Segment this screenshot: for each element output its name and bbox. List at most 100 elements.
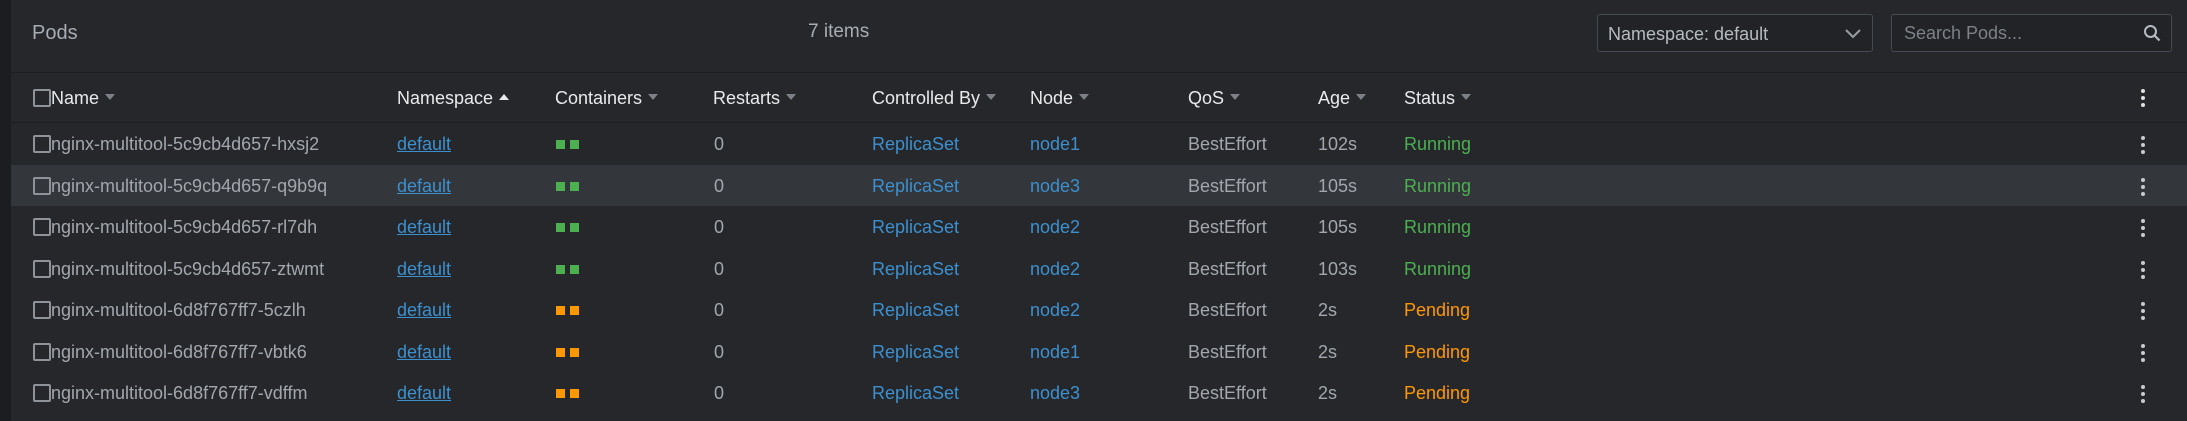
row-menu-icon[interactable]: [2141, 260, 2145, 282]
column-header-label: Status: [1404, 88, 1456, 108]
row-checkbox[interactable]: [33, 259, 51, 278]
node-link[interactable]: node3: [1030, 176, 1080, 197]
namespace-link[interactable]: default: [397, 259, 451, 280]
table-row[interactable]: nginx-multitool-5c9cb4d657-rl7dh default 0…: [11, 206, 2187, 247]
column-header-status[interactable]: Status: [1404, 88, 1472, 109]
sort-ascending-icon: [499, 94, 510, 101]
age-value: 2s: [1318, 383, 1338, 403]
row-menu-icon[interactable]: [2141, 343, 2145, 365]
restarts-value: 0: [714, 383, 725, 403]
row-menu-icon[interactable]: [2141, 385, 2145, 406]
namespace-link[interactable]: default: [397, 383, 451, 404]
restarts-value: 0: [714, 300, 725, 320]
status-value: Pending: [1404, 300, 1471, 320]
container-status-indicator: [556, 140, 565, 149]
qos-value: BestEffort: [1188, 341, 1267, 362]
row-checkbox[interactable]: [33, 218, 51, 236]
namespace-link[interactable]: default: [397, 300, 451, 321]
column-header-containers[interactable]: Containers: [555, 88, 659, 109]
column-header-namespace[interactable]: Namespace: [397, 88, 510, 109]
table-row[interactable]: nginx-multitool-6d8f767ff7-vdffm default 0…: [11, 372, 2187, 413]
pod-name[interactable]: nginx-multitool-5c9cb4d657-ztwmt: [51, 259, 324, 280]
qos-value: BestEffort: [1188, 383, 1267, 403]
column-header-restarts[interactable]: Restarts: [713, 88, 797, 109]
node-link[interactable]: node2: [1030, 217, 1080, 238]
pod-name[interactable]: nginx-multitool-6d8f767ff7-vdffm: [51, 383, 307, 404]
controlled-by-link[interactable]: ReplicaSet: [872, 217, 959, 238]
age-value: 105s: [1318, 175, 1358, 196]
sort-caret-icon: [1230, 94, 1241, 101]
column-header-age[interactable]: Age: [1318, 88, 1367, 109]
row-checkbox[interactable]: [33, 301, 51, 319]
item-count: 7 items: [808, 21, 870, 42]
status-value: Running: [1404, 175, 1472, 196]
node-link[interactable]: node1: [1030, 342, 1080, 363]
sort-caret-icon: [648, 94, 659, 101]
sort-caret-icon: [1356, 94, 1367, 101]
row-menu-icon[interactable]: [2141, 302, 2145, 323]
left-edge-strip: [0, 0, 11, 421]
status-value: Pending: [1404, 341, 1471, 362]
container-status-indicator: [556, 389, 565, 398]
column-header-label: Name: [51, 88, 100, 108]
namespace-link[interactable]: default: [397, 134, 451, 155]
table-row[interactable]: nginx-multitool-5c9cb4d657-q9b9q default 0…: [11, 164, 2187, 206]
table-row[interactable]: nginx-multitool-5c9cb4d657-ztwmt default 0…: [11, 248, 2187, 289]
pod-name[interactable]: nginx-multitool-6d8f767ff7-5czlh: [51, 300, 306, 321]
container-status-indicator: [556, 347, 565, 357]
age-value: 105s: [1318, 217, 1358, 237]
controlled-by-link[interactable]: ReplicaSet: [872, 134, 959, 155]
node-link[interactable]: node3: [1030, 383, 1080, 404]
column-header-controlled-by[interactable]: Controlled By: [872, 88, 997, 109]
table-row[interactable]: nginx-multitool-5c9cb4d657-hxsj2 default 0…: [11, 123, 2187, 164]
container-status-indicator: [570, 140, 579, 149]
table-row[interactable]: nginx-multitool-6d8f767ff7-5czlh default 0…: [11, 289, 2187, 330]
column-header-qos[interactable]: QoS: [1188, 88, 1241, 109]
age-value: 103s: [1318, 258, 1358, 279]
container-status-indicator: [570, 264, 579, 274]
column-menu-icon[interactable]: [2141, 89, 2145, 110]
pod-name[interactable]: nginx-multitool-5c9cb4d657-rl7dh: [51, 217, 317, 238]
sort-caret-icon: [1461, 94, 1472, 101]
row-menu-icon[interactable]: [2141, 177, 2145, 199]
column-header-node[interactable]: Node: [1030, 88, 1090, 109]
restarts-value: 0: [714, 217, 725, 237]
controlled-by-link[interactable]: ReplicaSet: [872, 342, 959, 363]
controlled-by-link[interactable]: ReplicaSet: [872, 300, 959, 321]
qos-value: BestEffort: [1188, 300, 1267, 320]
table-header: Name Namespace Containers Restarts Contr…: [11, 73, 2187, 123]
row-menu-icon[interactable]: [2141, 219, 2145, 240]
select-all-checkbox[interactable]: [33, 89, 51, 107]
row-checkbox[interactable]: [33, 176, 51, 195]
age-value: 2s: [1318, 341, 1338, 362]
controlled-by-link[interactable]: ReplicaSet: [872, 383, 959, 404]
controlled-by-link[interactable]: ReplicaSet: [872, 259, 959, 280]
restarts-value: 0: [714, 341, 725, 362]
container-status-indicator: [570, 223, 579, 232]
pod-name[interactable]: nginx-multitool-5c9cb4d657-hxsj2: [51, 134, 319, 155]
qos-value: BestEffort: [1188, 217, 1267, 237]
table-row[interactable]: nginx-multitool-6d8f767ff7-vbtk6 default 0…: [11, 331, 2187, 372]
column-header-name[interactable]: Name: [51, 88, 116, 109]
controlled-by-link[interactable]: ReplicaSet: [872, 176, 959, 197]
search-box[interactable]: [1891, 14, 2172, 52]
row-checkbox[interactable]: [33, 384, 51, 402]
container-status-indicator: [570, 306, 579, 315]
row-checkbox[interactable]: [33, 135, 51, 153]
namespace-link[interactable]: default: [397, 217, 451, 238]
pods-panel: Pods 7 items Namespace: default Name Nam…: [11, 0, 2187, 421]
namespace-link[interactable]: default: [397, 342, 451, 363]
row-checkbox[interactable]: [33, 342, 51, 361]
row-menu-icon[interactable]: [2141, 136, 2145, 157]
node-link[interactable]: node2: [1030, 259, 1080, 280]
node-link[interactable]: node1: [1030, 134, 1080, 155]
namespace-select[interactable]: Namespace: default: [1597, 14, 1873, 52]
container-status-indicator: [570, 347, 579, 357]
search-input[interactable]: [1892, 15, 2144, 51]
pod-name[interactable]: nginx-multitool-5c9cb4d657-q9b9q: [51, 176, 327, 197]
pod-name[interactable]: nginx-multitool-6d8f767ff7-vbtk6: [51, 342, 307, 363]
sort-caret-icon: [1079, 94, 1090, 101]
search-icon[interactable]: [2143, 24, 2161, 42]
namespace-link[interactable]: default: [397, 176, 451, 197]
node-link[interactable]: node2: [1030, 300, 1080, 321]
